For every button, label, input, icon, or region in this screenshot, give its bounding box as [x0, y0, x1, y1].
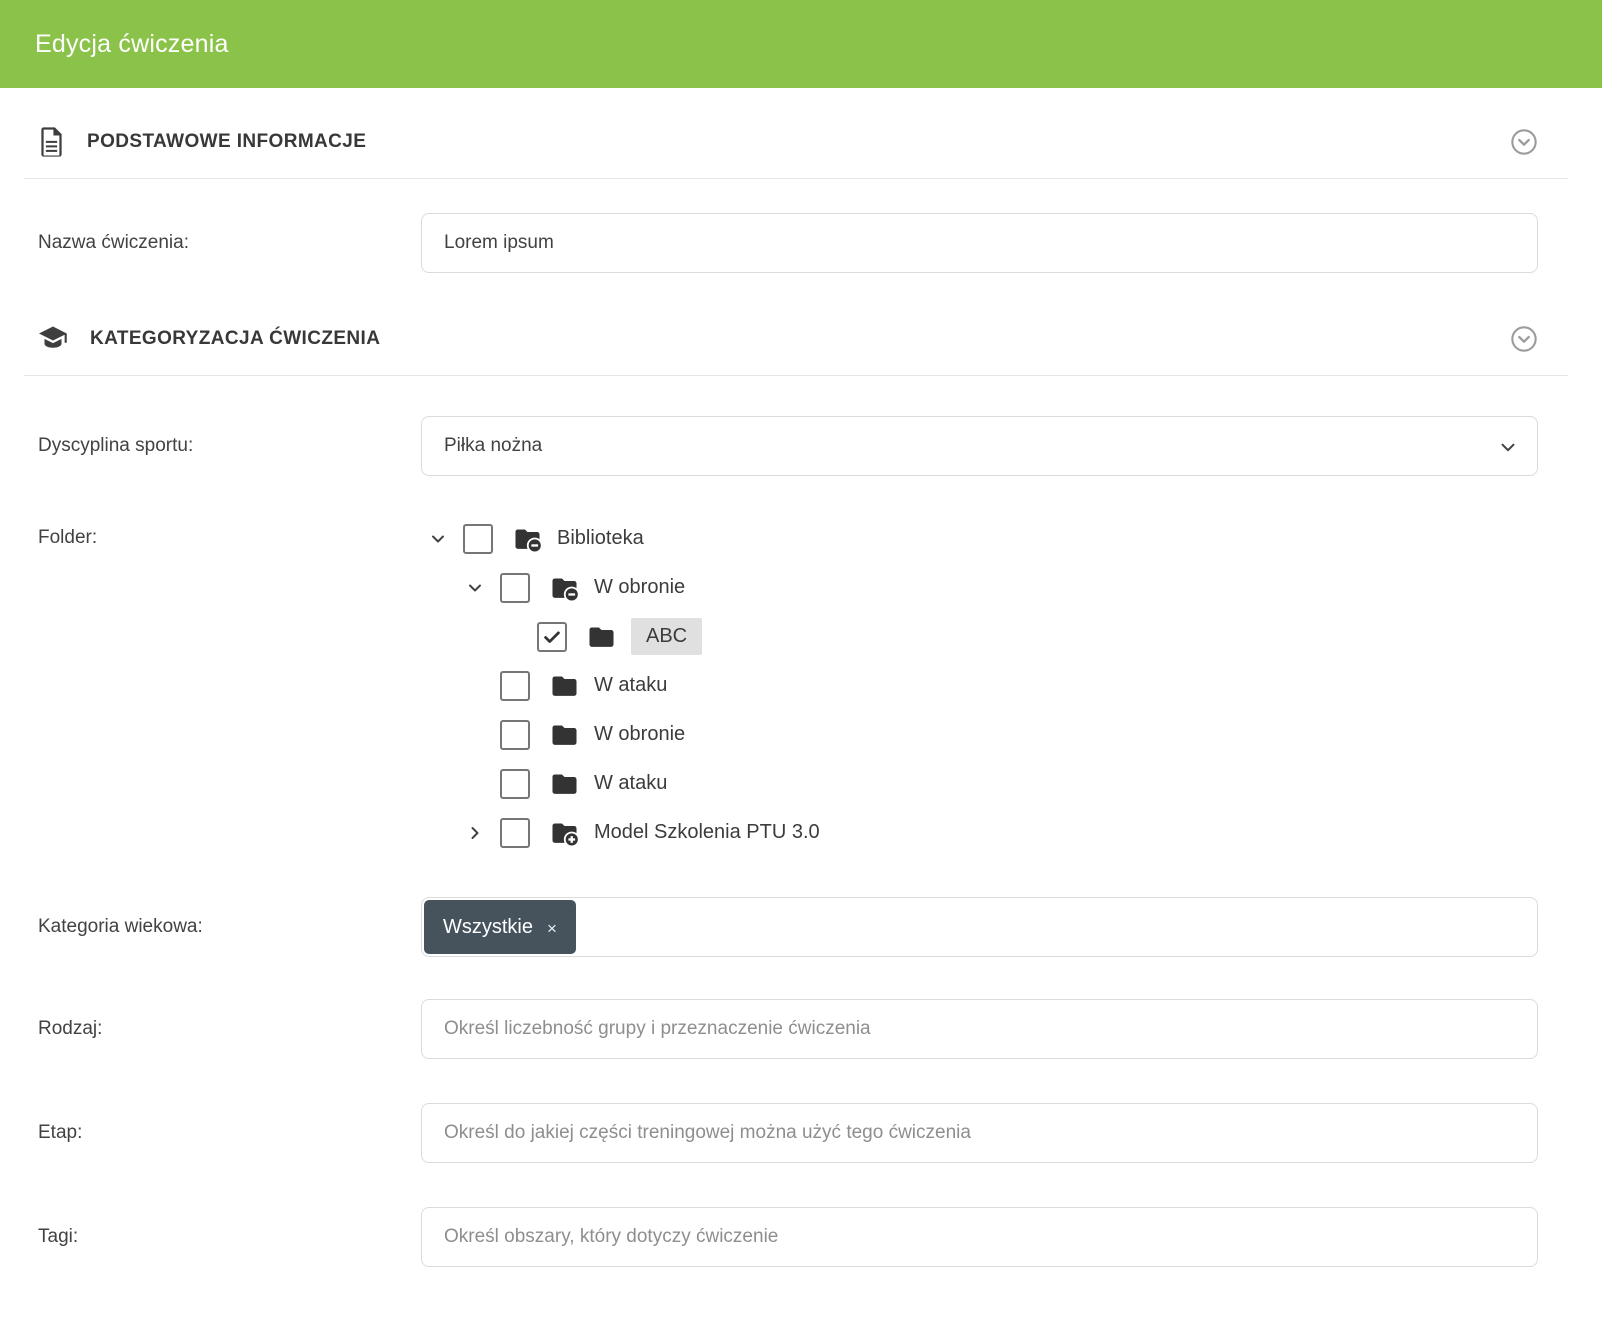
tree-row: ABC [421, 620, 1538, 653]
folder-checkbox[interactable] [500, 720, 530, 750]
folder-icon [549, 719, 580, 750]
tree-row: W ataku [421, 669, 1538, 702]
field-row-age-category: Kategoria wiekowa: Wszystkie × [38, 897, 1538, 957]
tags-input[interactable] [421, 1207, 1538, 1267]
expand-chevron-icon [465, 774, 485, 794]
discipline-selected-value: Piłka nożna [444, 435, 542, 457]
tree-row: Model Szkolenia PTU 3.0 [421, 816, 1538, 849]
section-divider [24, 178, 1568, 179]
tree-item-label[interactable]: W obronie [594, 723, 685, 746]
age-category-label: Kategoria wiekowa: [38, 916, 421, 938]
graduation-cap-icon [38, 325, 68, 353]
folder-icon [549, 572, 580, 603]
age-category-multiselect[interactable]: Wszystkie × [421, 897, 1538, 957]
stage-label: Etap: [38, 1122, 421, 1144]
expand-chevron-icon [465, 676, 485, 696]
folder-checkbox[interactable] [500, 769, 530, 799]
tree-item-label[interactable]: Model Szkolenia PTU 3.0 [594, 821, 820, 844]
folder-icon [586, 621, 617, 652]
folder-icon [512, 523, 543, 554]
field-row-discipline: Dyscyplina sportu: Piłka nożna [38, 416, 1538, 476]
kind-label: Rodzaj: [38, 1018, 421, 1040]
discipline-select[interactable]: Piłka nożna [421, 416, 1538, 476]
form-content: PODSTAWOWE INFORMACJE Nazwa ćwiczenia: K… [0, 88, 1602, 1267]
folder-label: Folder: [38, 521, 421, 554]
folder-checkbox[interactable] [500, 573, 530, 603]
tree-item-label[interactable]: W ataku [594, 772, 667, 795]
folder-tree: Biblioteka W obronie ABC W ataku W obron… [421, 521, 1538, 849]
name-label: Nazwa ćwiczenia: [38, 232, 421, 254]
tree-row: W obronie [421, 571, 1538, 604]
folder-checkbox[interactable] [500, 818, 530, 848]
stage-input[interactable] [421, 1103, 1538, 1163]
tree-row: W ataku [421, 767, 1538, 800]
field-row-name: Nazwa ćwiczenia: [38, 213, 1538, 273]
tree-row: Biblioteka [421, 522, 1538, 555]
folder-icon [549, 768, 580, 799]
expand-chevron-icon[interactable] [428, 529, 448, 549]
tags-label: Tagi: [38, 1226, 421, 1248]
expand-chevron-icon [465, 725, 485, 745]
selected-chip: Wszystkie × [424, 900, 576, 954]
chevron-down-icon [1497, 436, 1519, 458]
discipline-label: Dyscyplina sportu: [38, 435, 421, 457]
page-title: Edycja ćwiczenia [35, 30, 229, 59]
section-categorization: KATEGORYZACJA ĆWICZENIA [38, 273, 1538, 375]
expand-chevron-icon [502, 627, 522, 647]
folder-icon [549, 670, 580, 701]
folder-icon [549, 817, 580, 848]
field-row-stage: Etap: [38, 1103, 1538, 1163]
field-row-tags: Tagi: [38, 1207, 1538, 1267]
section-categorization-title: KATEGORYZACJA ĆWICZENIA [90, 328, 380, 350]
section-basic-info: PODSTAWOWE INFORMACJE [38, 88, 1538, 178]
name-input[interactable] [421, 213, 1538, 273]
section-basic-info-title: PODSTAWOWE INFORMACJE [87, 131, 366, 153]
collapse-chevron-icon[interactable] [1510, 325, 1538, 353]
tree-item-label[interactable]: Biblioteka [557, 527, 644, 550]
kind-input[interactable] [421, 999, 1538, 1059]
tree-item-label[interactable]: W obronie [594, 576, 685, 599]
chip-remove-icon[interactable]: × [547, 918, 557, 937]
folder-checkbox[interactable] [463, 524, 493, 554]
field-row-folder: Folder: Biblioteka W obronie ABC W ataku… [38, 521, 1538, 849]
folder-checkbox[interactable] [537, 622, 567, 652]
expand-chevron-icon[interactable] [465, 578, 485, 598]
tree-item-label[interactable]: ABC [631, 618, 702, 655]
field-row-kind: Rodzaj: [38, 999, 1538, 1059]
document-icon [38, 126, 65, 158]
page-header: Edycja ćwiczenia [0, 0, 1602, 88]
chip-label: Wszystkie [443, 916, 533, 939]
expand-chevron-icon[interactable] [465, 823, 485, 843]
folder-checkbox[interactable] [500, 671, 530, 701]
collapse-chevron-icon[interactable] [1510, 128, 1538, 156]
tree-item-label[interactable]: W ataku [594, 674, 667, 697]
tree-row: W obronie [421, 718, 1538, 751]
section-divider [24, 375, 1568, 376]
